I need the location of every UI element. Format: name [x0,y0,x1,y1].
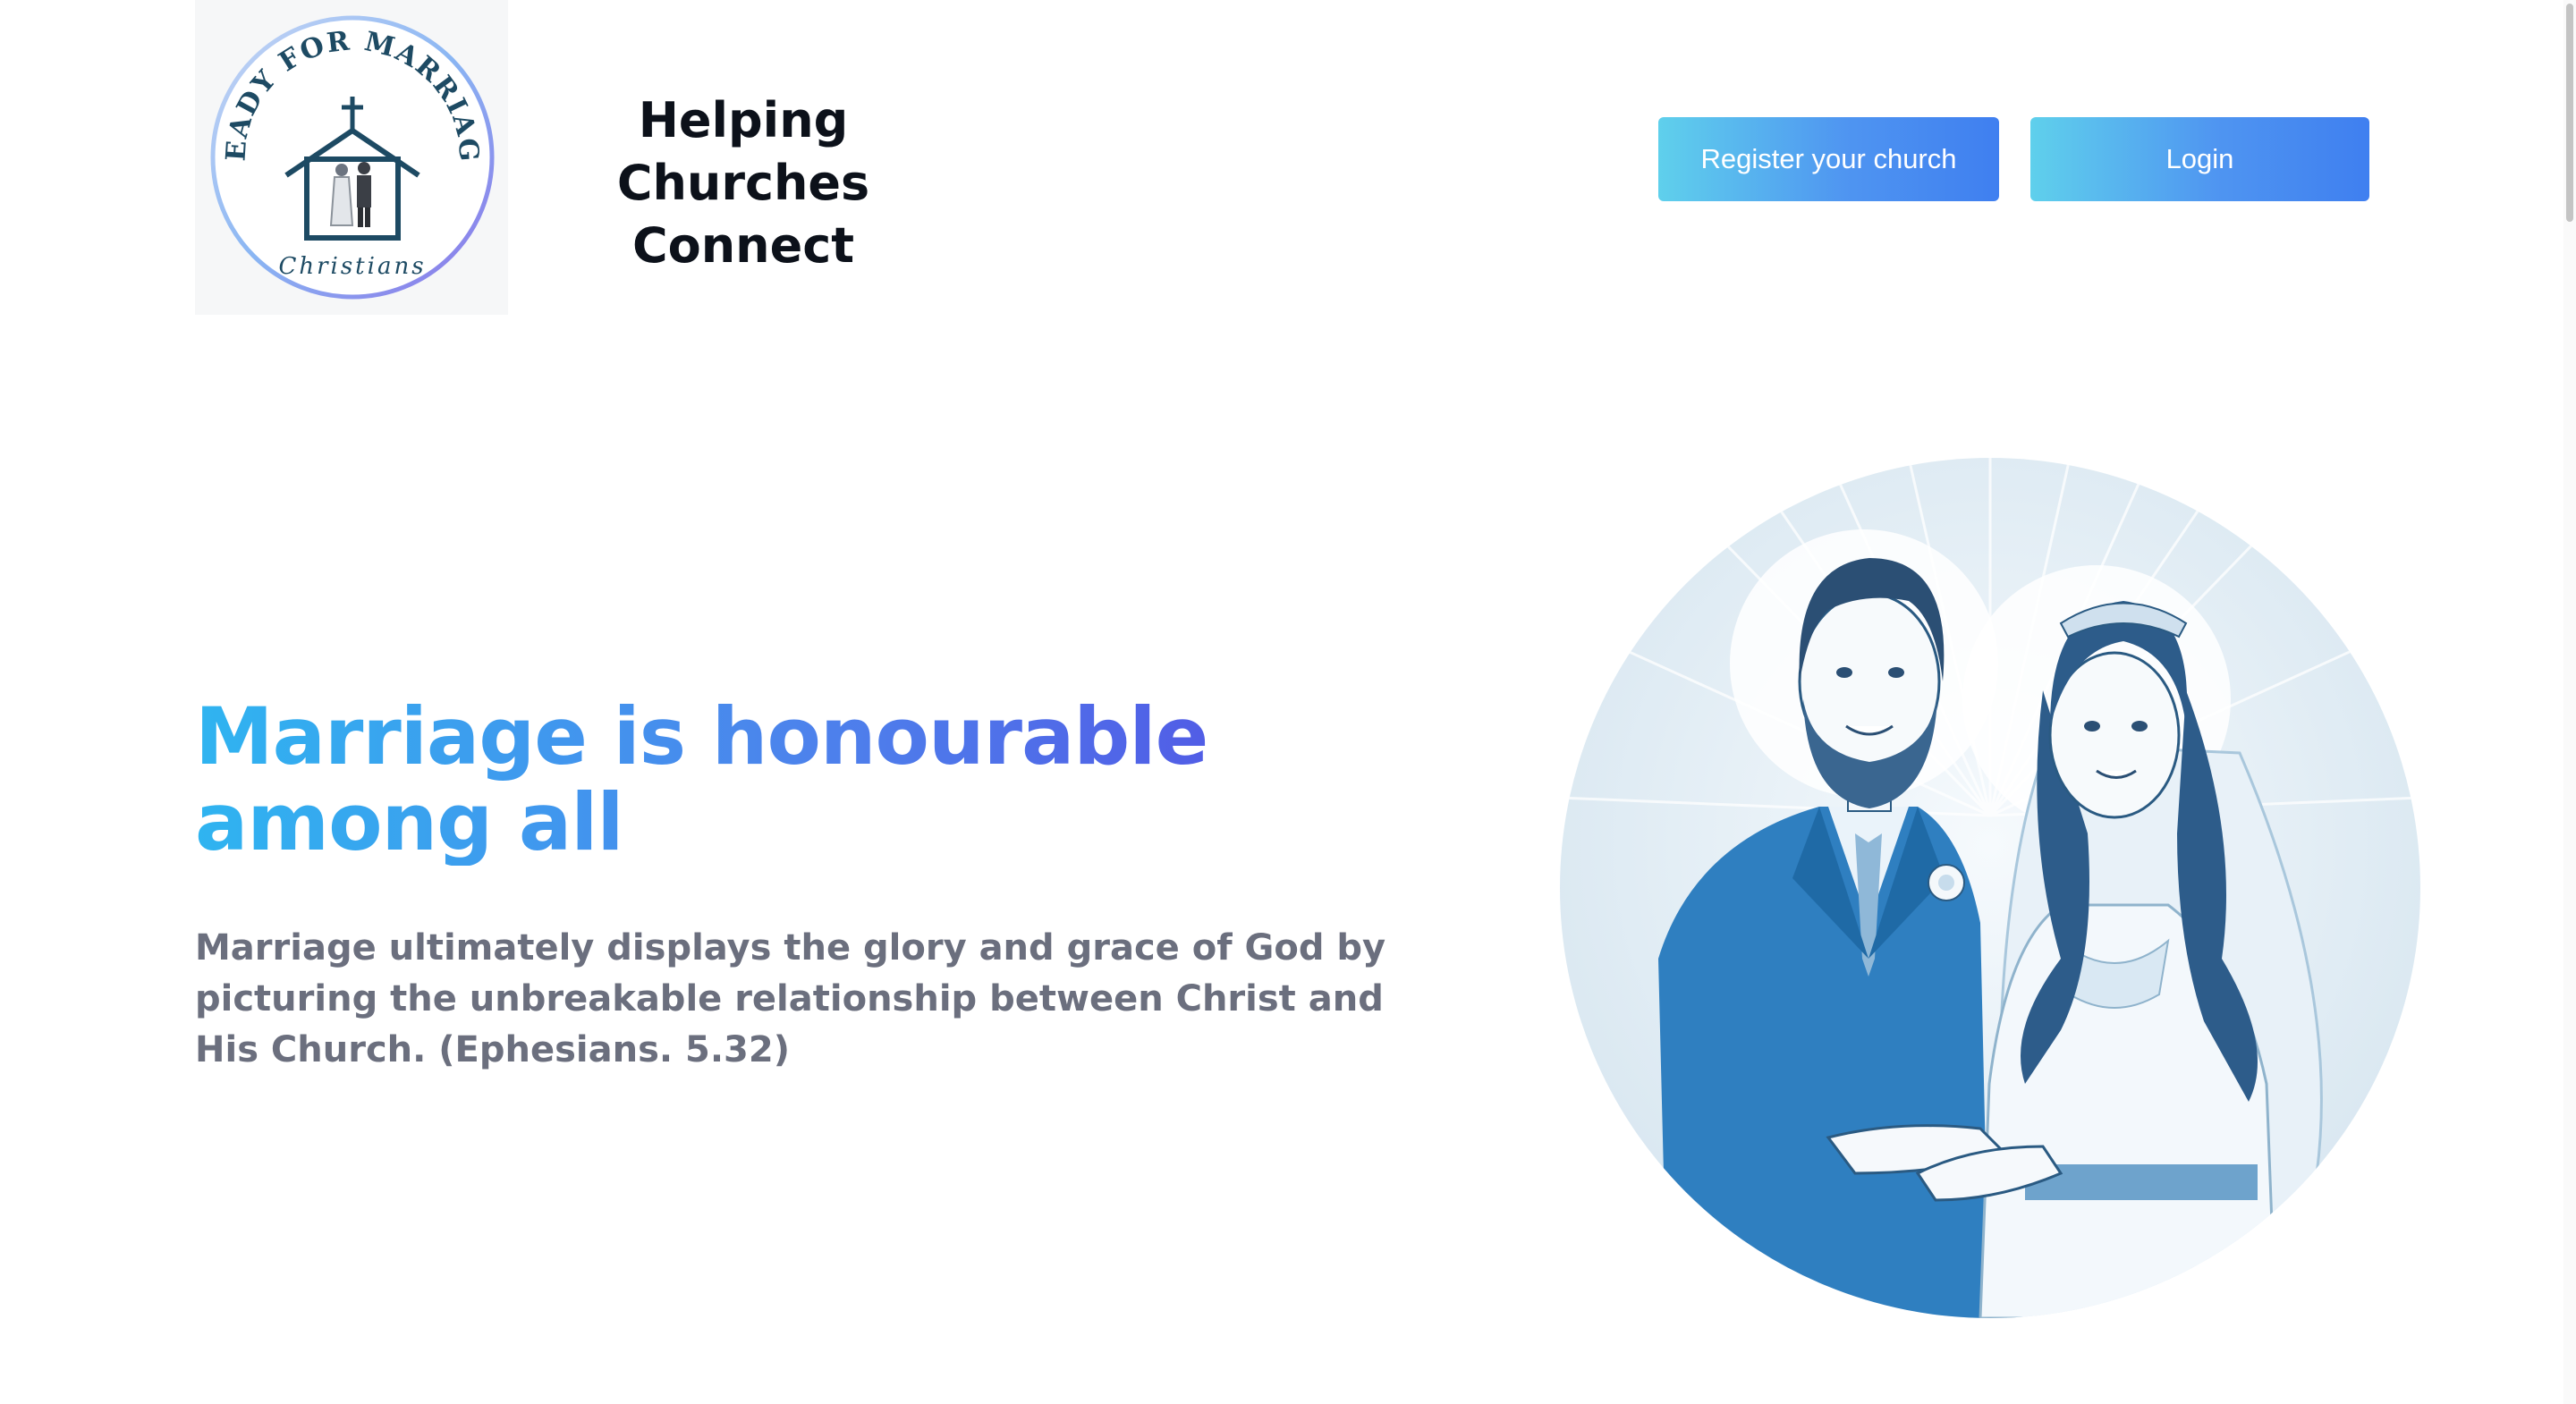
page-scrollbar[interactable] [2563,0,2576,1404]
bride-and-groom-illustration [1560,458,2420,1318]
hero-description: Marriage ultimately displays the glory a… [195,927,1386,1070]
hero-title: Marriage is honourable among all [195,694,1483,866]
logo-sub-text: Christians [278,253,426,280]
scrollbar-thumb[interactable] [2566,4,2573,222]
site-logo[interactable]: READY FOR MARRIAGE Christians [195,0,508,315]
login-button[interactable]: Login [2030,117,2369,201]
site-tagline: Helping Churches Connect [515,89,971,277]
tagline-line-1: Helping [638,92,849,148]
tagline-line-2: Churches Connect [616,155,870,274]
register-church-button[interactable]: Register your church [1658,117,1999,201]
